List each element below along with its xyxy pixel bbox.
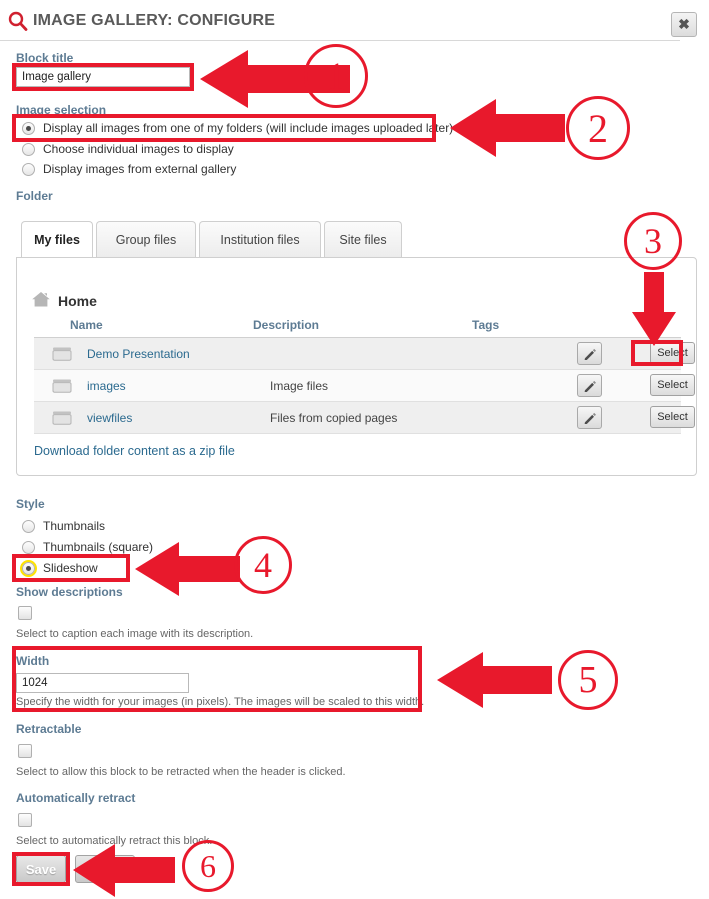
column-header-tags: Tags [472,318,500,332]
select-button[interactable]: Select [650,342,695,364]
radio-label-thumbnails[interactable]: Thumbnails [43,519,105,533]
pencil-icon[interactable] [577,406,602,429]
close-icon[interactable]: ✖ [671,12,697,37]
annotation-arrow-5 [437,652,552,708]
radio-label-slideshow[interactable]: Slideshow [43,561,98,575]
table-row[interactable]: viewfiles Files from copied pages Select [34,402,695,434]
tab-site-files[interactable]: Site files [324,221,402,258]
column-header-description: Description [253,318,320,332]
header-divider [0,40,680,41]
download-zip-link[interactable]: Download folder content as a zip file [34,444,235,458]
retractable-checkbox[interactable] [18,744,32,758]
file-browser-panel: Home Name Description Tags Demo Presenta… [16,257,697,476]
folder-icon [52,378,72,397]
retractable-help: Select to allow this block to be retract… [16,766,346,778]
image-selection-label: Image selection [16,103,107,117]
block-title-input[interactable] [16,67,190,87]
radio-choose-individual[interactable] [22,143,35,156]
annotation-number-5: 5 [558,650,618,710]
page-title: IMAGE GALLERY: CONFIGURE [33,12,276,29]
table-row[interactable]: images Image files Select [34,370,695,402]
file-name-link[interactable]: Demo Presentation [87,347,190,361]
tab-institution-files[interactable]: Institution files [199,221,321,258]
tab-group-files[interactable]: Group files [96,221,196,258]
annotation-number-2: 2 [566,96,630,160]
dialog-header: IMAGE GALLERY: CONFIGURE ✖ [0,0,709,40]
breadcrumb[interactable]: Home [31,291,97,311]
radio-thumbnails[interactable] [22,520,35,533]
select-button[interactable]: Select [650,374,695,396]
cancel-button[interactable] [75,855,135,883]
table-row[interactable]: Demo Presentation Select [34,338,695,370]
auto-retract-label: Automatically retract [16,791,136,805]
width-help: Specify the width for your images (in pi… [16,696,425,708]
row-divider [34,433,681,434]
file-description: Image files [270,379,329,393]
annotation-number-4: 4 [234,536,292,594]
radio-label-choose-individual[interactable]: Choose individual images to display [43,142,234,156]
show-descriptions-label: Show descriptions [16,585,123,599]
radio-display-all-folders[interactable] [22,122,35,135]
select-button[interactable]: Select [650,406,695,428]
annotation-number-6: 6 [182,840,234,892]
auto-retract-checkbox[interactable] [18,813,32,827]
file-name-link[interactable]: viewfiles [87,411,132,425]
folder-label: Folder [16,189,53,203]
radio-label-thumbnails-square[interactable]: Thumbnails (square) [43,540,153,554]
magnifier-icon [8,11,28,31]
tab-my-files[interactable]: My files [21,221,93,258]
radio-label-display-all-folders[interactable]: Display all images from one of my folder… [43,121,453,135]
home-icon [31,291,51,311]
folder-icon [52,346,72,365]
radio-thumbnails-square[interactable] [22,541,35,554]
breadcrumb-home-label: Home [58,293,97,309]
block-title-label: Block title [16,51,74,65]
retractable-label: Retractable [16,722,82,736]
width-input[interactable] [16,673,189,693]
radio-slideshow[interactable] [20,560,37,577]
auto-retract-help: Select to automatically retract this blo… [16,835,213,847]
annotation-number-1: 1 [304,44,368,108]
show-descriptions-help: Select to caption each image with its de… [16,628,254,640]
column-header-name: Name [70,318,103,332]
pencil-icon[interactable] [577,374,602,397]
pencil-icon[interactable] [577,342,602,365]
annotation-arrow-2 [450,99,565,157]
folder-icon [52,410,72,429]
radio-label-external-gallery[interactable]: Display images from external gallery [43,162,236,176]
show-descriptions-checkbox[interactable] [18,606,32,620]
file-name-link[interactable]: images [87,379,126,393]
save-button[interactable]: Save [16,855,66,883]
file-description: Files from copied pages [270,411,398,425]
annotation-arrow-1 [200,50,350,108]
radio-external-gallery[interactable] [22,163,35,176]
style-label: Style [16,497,45,511]
width-label: Width [16,654,50,668]
